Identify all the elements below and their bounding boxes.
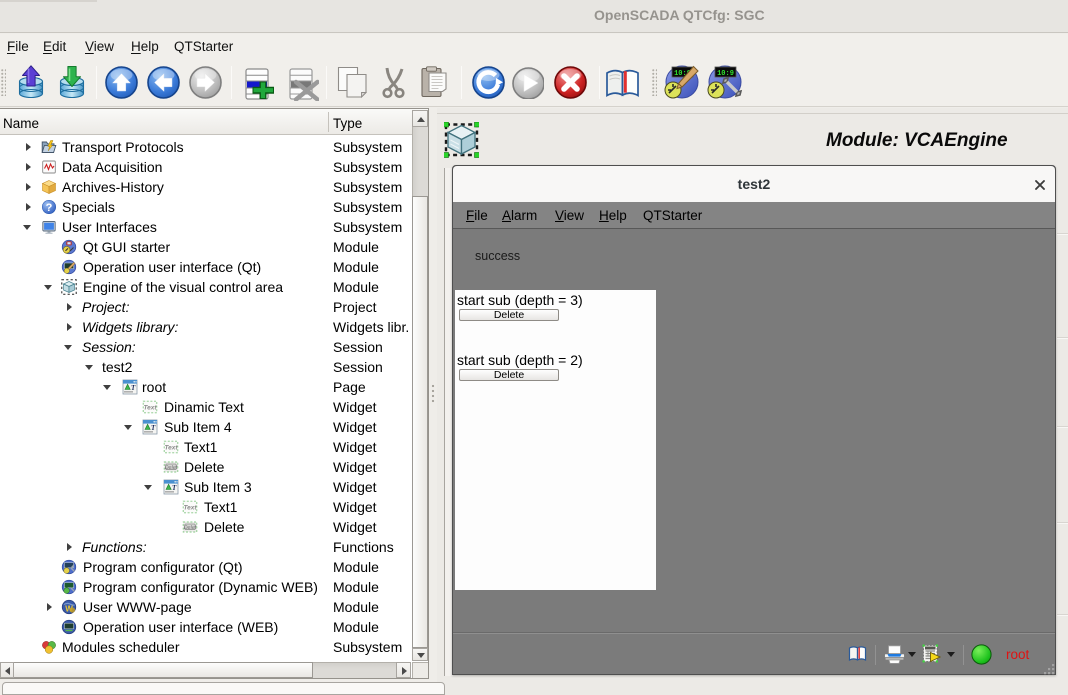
svg-text:T: T [131, 384, 136, 392]
svg-text:Text: Text [143, 405, 157, 412]
svg-text:Text: Text [183, 505, 197, 512]
svg-text:Delet: Delet [165, 465, 178, 471]
svg-text:?: ? [46, 202, 53, 214]
svg-text:Delet: Delet [184, 525, 197, 531]
svg-text:T: T [151, 424, 156, 432]
svg-text:T: T [172, 484, 177, 492]
svg-text:10:9: 10:9 [717, 70, 734, 78]
svg-text:Text: Text [164, 445, 178, 452]
